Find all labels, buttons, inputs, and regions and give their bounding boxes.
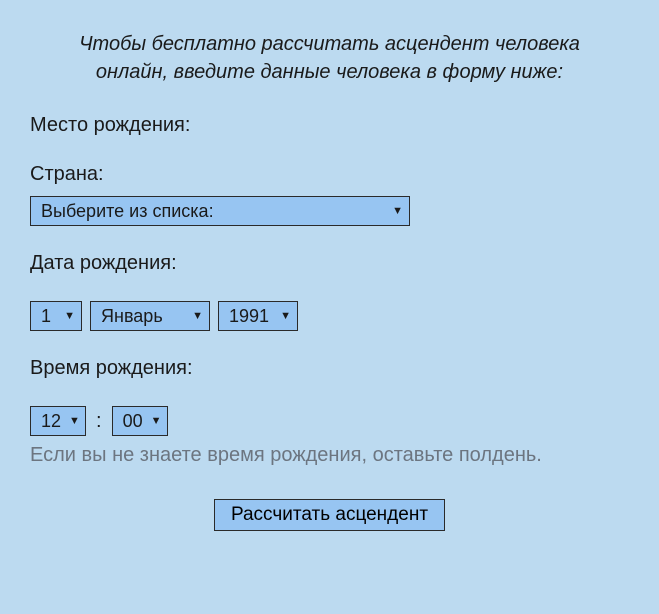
birthplace-section: Место рождения: <box>30 114 629 137</box>
day-select-value: 1 <box>41 306 51 327</box>
time-colon: : <box>94 410 104 433</box>
month-select-value: Январь <box>101 306 163 327</box>
birthtime-note: Если вы не знаете время рождения, оставь… <box>30 442 629 469</box>
country-select-value: Выберите из списка: <box>41 201 214 222</box>
birthplace-label: Место рождения: <box>30 114 629 137</box>
country-label: Страна: <box>30 163 629 186</box>
birthtime-label: Время рождения: <box>30 357 629 380</box>
country-select[interactable]: Выберите из списка: ▼ <box>30 196 410 226</box>
birthdate-section: Дата рождения: 1 ▼ Январь ▼ 1991 ▼ <box>30 252 629 331</box>
calculate-button[interactable]: Рассчитать асцендент <box>214 499 445 531</box>
chevron-down-icon: ▼ <box>64 310 75 322</box>
birthtime-row: 12 ▼ : 00 ▼ <box>30 406 629 436</box>
hour-select[interactable]: 12 ▼ <box>30 406 86 436</box>
minute-select-value: 00 <box>123 411 143 432</box>
day-select[interactable]: 1 ▼ <box>30 301 82 331</box>
chevron-down-icon: ▼ <box>151 415 162 427</box>
intro-text: Чтобы бесплатно рассчитать асцендент чел… <box>30 30 629 86</box>
chevron-down-icon: ▼ <box>192 310 203 322</box>
month-select[interactable]: Январь ▼ <box>90 301 210 331</box>
country-section: Страна: Выберите из списка: ▼ <box>30 163 629 226</box>
submit-wrap: Рассчитать асцендент <box>30 499 629 531</box>
birthtime-section: Время рождения: 12 ▼ : 00 ▼ Если вы не з… <box>30 357 629 469</box>
minute-select[interactable]: 00 ▼ <box>112 406 168 436</box>
chevron-down-icon: ▼ <box>69 415 80 427</box>
year-select-value: 1991 <box>229 306 269 327</box>
birthdate-row: 1 ▼ Январь ▼ 1991 ▼ <box>30 301 629 331</box>
birthdate-label: Дата рождения: <box>30 252 629 275</box>
chevron-down-icon: ▼ <box>392 205 403 217</box>
year-select[interactable]: 1991 ▼ <box>218 301 298 331</box>
hour-select-value: 12 <box>41 411 61 432</box>
chevron-down-icon: ▼ <box>280 310 291 322</box>
